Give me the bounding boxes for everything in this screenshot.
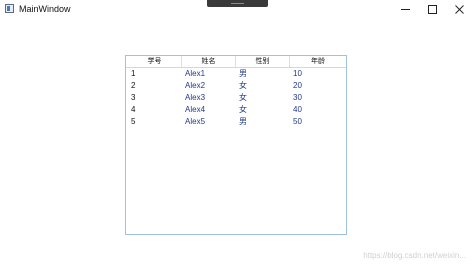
table-row[interactable]: 1 Alex1 男 10: [126, 68, 346, 80]
watermark-text: https://blog.csdn.net/weixin...: [363, 251, 466, 260]
column-header-age[interactable]: 年龄: [290, 56, 346, 67]
column-header-student-id[interactable]: 学号: [128, 56, 182, 67]
cell-age[interactable]: 40: [293, 104, 302, 116]
cell-student-id[interactable]: 4: [131, 104, 135, 116]
cell-gender[interactable]: 女: [239, 80, 247, 92]
cell-gender[interactable]: 男: [239, 116, 247, 128]
cell-name[interactable]: Alex2: [185, 80, 205, 92]
top-drag-strip: [207, 0, 268, 7]
app-window-icon: [5, 4, 14, 13]
cell-student-id[interactable]: 3: [131, 92, 135, 104]
minimize-button[interactable]: [392, 0, 419, 19]
close-icon: [455, 5, 464, 14]
cell-age[interactable]: 50: [293, 116, 302, 128]
close-button[interactable]: [446, 0, 473, 19]
cell-age[interactable]: 30: [293, 92, 302, 104]
cell-student-id[interactable]: 2: [131, 80, 135, 92]
title-bar[interactable]: MainWindow: [0, 0, 474, 19]
maximize-button[interactable]: [419, 0, 446, 19]
cell-gender[interactable]: 女: [239, 104, 247, 116]
cell-name[interactable]: Alex5: [185, 116, 205, 128]
maximize-icon: [428, 5, 437, 14]
table-row[interactable]: 3 Alex3 女 30: [126, 92, 346, 104]
minimize-icon: [401, 9, 410, 10]
cell-age[interactable]: 20: [293, 80, 302, 92]
grid-header-row: 学号 姓名 性别 年龄: [126, 56, 346, 68]
cell-student-id[interactable]: 1: [131, 68, 135, 80]
column-header-name[interactable]: 姓名: [182, 56, 236, 67]
table-row[interactable]: 4 Alex4 女 40: [126, 104, 346, 116]
window-title: MainWindow: [19, 4, 71, 14]
cell-age[interactable]: 10: [293, 68, 302, 80]
main-window: MainWindow 学号 姓名 性别 年龄 1 Alex1 男 10 2 Al…: [0, 0, 474, 267]
cell-gender[interactable]: 男: [239, 68, 247, 80]
cell-gender[interactable]: 女: [239, 92, 247, 104]
data-grid[interactable]: 学号 姓名 性别 年龄 1 Alex1 男 10 2 Alex2 女 20 3 …: [125, 55, 347, 235]
column-header-gender[interactable]: 性别: [236, 56, 290, 67]
table-row[interactable]: 5 Alex5 男 50: [126, 116, 346, 128]
cell-name[interactable]: Alex3: [185, 92, 205, 104]
cell-name[interactable]: Alex4: [185, 104, 205, 116]
cell-name[interactable]: Alex1: [185, 68, 205, 80]
table-row[interactable]: 2 Alex2 女 20: [126, 80, 346, 92]
cell-student-id[interactable]: 5: [131, 116, 135, 128]
